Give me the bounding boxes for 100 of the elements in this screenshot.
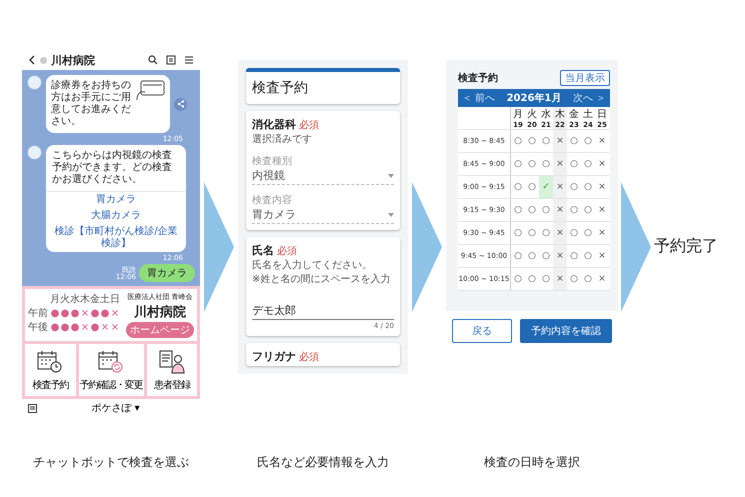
form-title: 検査予約 xyxy=(252,79,309,97)
choice-link[interactable]: 大腸カメラ xyxy=(46,208,186,224)
slot-cell[interactable]: × xyxy=(553,268,567,290)
field-note: ※姓と名の間にスペースを入力 xyxy=(252,274,392,286)
step-caption: 氏名など必要情報を入力 xyxy=(257,454,389,470)
slot-cell[interactable]: × xyxy=(595,199,609,221)
slot-cell[interactable]: × xyxy=(553,245,567,267)
card-icon xyxy=(135,80,165,102)
schedule-mark: ● xyxy=(100,308,110,318)
slot-cell[interactable]: ○ xyxy=(511,222,525,244)
slot-cell[interactable]: ○ xyxy=(511,130,525,152)
message-text: こちらからは内視鏡の検査予約ができます。どの検査かお選びください。 xyxy=(46,145,186,192)
slot-cell[interactable]: ○ xyxy=(581,130,595,152)
slot-cell[interactable]: ○ xyxy=(525,130,539,152)
slot-cell[interactable]: ○ xyxy=(567,176,581,198)
slot-cell[interactable]: ○ xyxy=(581,176,595,198)
schedule-mark: ● xyxy=(60,308,70,318)
menu-tile[interactable]: 検査予約 xyxy=(25,344,76,396)
slot-cell[interactable]: ○ xyxy=(511,199,525,221)
menu-toggle[interactable]: ポケさぽ ▾ xyxy=(37,401,194,415)
caret-icon xyxy=(388,174,394,178)
slot-cell[interactable]: ○ xyxy=(525,199,539,221)
weekday-label: 水 xyxy=(70,292,80,306)
slot-cell[interactable]: ○ xyxy=(539,222,553,244)
slot-cell[interactable]: ○ xyxy=(567,268,581,290)
schedule-mark: ● xyxy=(60,322,70,332)
slot-cell[interactable]: × xyxy=(595,153,609,175)
slot-cell[interactable]: ○ xyxy=(511,245,525,267)
slot-cell[interactable]: ○ xyxy=(511,268,525,290)
name-input[interactable]: デモ太郎 xyxy=(252,302,394,320)
search-icon[interactable] xyxy=(148,55,158,65)
slot-cell[interactable]: × xyxy=(595,245,609,267)
slot-cell[interactable]: × xyxy=(553,199,567,221)
menu-tile[interactable]: 患者登録 xyxy=(146,344,197,396)
slot-cell[interactable]: ○ xyxy=(525,176,539,198)
next-link[interactable]: 次へ ＞ xyxy=(572,91,606,105)
slot-cell[interactable]: ○ xyxy=(581,268,595,290)
chat-title: 川村病院 xyxy=(51,52,95,68)
back-icon[interactable] xyxy=(28,55,36,65)
schedule-mark: ● xyxy=(70,308,80,318)
field-hint: 氏名を入力してください。 xyxy=(252,260,373,272)
share-icon[interactable] xyxy=(174,98,187,110)
slot-cell[interactable]: ○ xyxy=(525,153,539,175)
select-field[interactable]: 検査種別 内視鏡 xyxy=(252,154,394,185)
slot-cell[interactable]: × xyxy=(595,222,609,244)
slot-cell[interactable]: × xyxy=(553,222,567,244)
slot-cell[interactable]: ○ xyxy=(567,222,581,244)
reply-bubble: 胃カメラ xyxy=(139,264,195,282)
required-tag: 必須 xyxy=(299,350,319,364)
step-caption: チャットボットで検査を選ぶ xyxy=(33,454,189,470)
field-label: 氏名 xyxy=(252,243,274,258)
choice-link[interactable]: 検診【市町村がん検診/企業検診】 xyxy=(46,224,186,252)
final-step-label: 予約完了 xyxy=(654,236,719,258)
required-tag: 必須 xyxy=(277,244,297,258)
slot-cell[interactable]: × xyxy=(595,176,609,198)
field-label: フリガナ xyxy=(252,349,296,364)
slot-cell[interactable]: ○ xyxy=(539,245,553,267)
hospital-name: 川村病院 xyxy=(134,304,186,321)
keyboard-icon[interactable] xyxy=(28,404,37,412)
chevron-arrow-icon xyxy=(621,182,651,312)
slot-cell[interactable]: ○ xyxy=(567,245,581,267)
calendar-refresh-icon xyxy=(98,350,124,374)
slot-cell[interactable]: ○ xyxy=(511,176,525,198)
menu-icon[interactable] xyxy=(184,55,194,65)
schedule-mark: ● xyxy=(50,308,60,318)
slot-cell[interactable]: ○ xyxy=(539,268,553,290)
message-text: 診療券をお持ちの方はお手元にご用意してお進みください。 xyxy=(51,80,132,128)
slot-cell[interactable]: ○ xyxy=(539,199,553,221)
choice-link[interactable]: 胃カメラ xyxy=(46,192,186,208)
slot-cell[interactable]: × xyxy=(553,153,567,175)
slot-cell[interactable]: ○ xyxy=(567,153,581,175)
slot-cell[interactable]: ○ xyxy=(581,245,595,267)
list-icon[interactable] xyxy=(166,55,176,65)
slot-cell[interactable]: ○ xyxy=(567,199,581,221)
menu-tile[interactable]: 予約確認・変更 xyxy=(78,344,144,396)
required-tag: 必須 xyxy=(299,118,319,132)
field-label: 消化器科 xyxy=(252,117,296,132)
current-month-button[interactable]: 当月表示 xyxy=(560,70,610,86)
slot-cell[interactable]: × xyxy=(553,176,567,198)
slot-cell[interactable]: ○ xyxy=(581,199,595,221)
previous-link[interactable]: ＜ 前へ xyxy=(462,91,496,105)
slot-cell[interactable]: ○ xyxy=(581,153,595,175)
slot-cell[interactable]: × xyxy=(595,268,609,290)
back-button[interactable]: 戻る xyxy=(452,319,512,343)
slot-cell[interactable]: ○ xyxy=(525,268,539,290)
slot-cell[interactable]: ○ xyxy=(567,130,581,152)
slot-cell[interactable]: ○ xyxy=(525,222,539,244)
slot-cell[interactable]: ○ xyxy=(581,222,595,244)
slot-cell[interactable]: ○ xyxy=(539,130,553,152)
bot-avatar xyxy=(27,145,42,160)
weekday-label: 日 xyxy=(110,293,120,306)
slot-cell[interactable]: ○ xyxy=(511,153,525,175)
slot-cell[interactable]: ○ xyxy=(539,153,553,175)
slot-cell[interactable]: ○ xyxy=(525,245,539,267)
confirm-button[interactable]: 予約内容を確認 xyxy=(520,319,612,343)
select-field[interactable]: 検査内容 胃カメラ xyxy=(252,193,394,224)
weekday-label: 金 xyxy=(90,293,100,306)
slot-cell[interactable]: × xyxy=(553,130,567,152)
person-form-icon xyxy=(158,350,185,374)
slot-cell[interactable]: × xyxy=(595,130,609,152)
